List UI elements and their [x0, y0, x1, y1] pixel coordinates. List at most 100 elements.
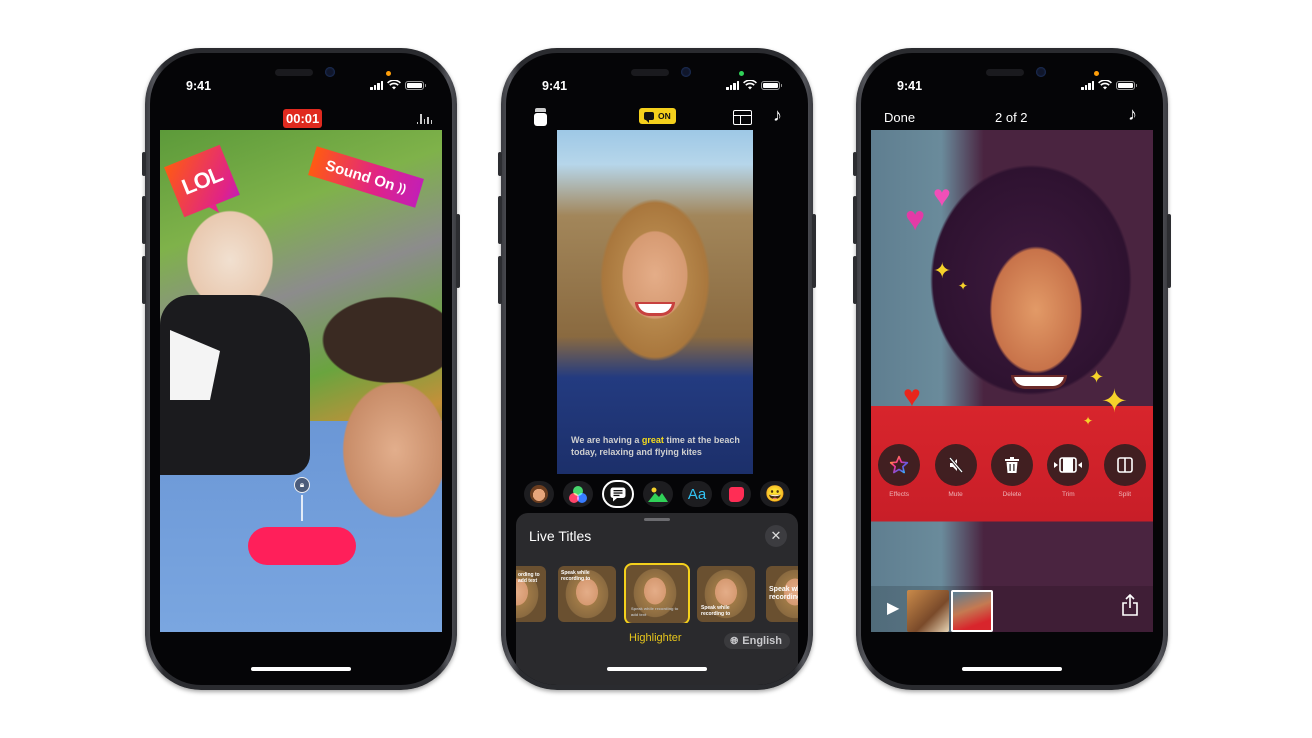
title-style-option[interactable]: ording to add text	[516, 566, 546, 622]
emoji-icon: 😀	[765, 486, 785, 503]
status-bar: 9:41	[150, 79, 452, 95]
effects-toolbar: Aa 😀	[524, 480, 790, 508]
home-indicator[interactable]	[962, 667, 1062, 671]
tool-filters[interactable]	[563, 481, 593, 507]
camera-indicator-dot	[739, 71, 744, 76]
tool-stickers[interactable]	[721, 481, 751, 507]
speaker	[631, 69, 669, 76]
tool-emoji[interactable]: 😀	[760, 481, 790, 507]
camera-viewfinder: We are having a great time at the beach …	[557, 130, 753, 474]
tool-text[interactable]: Aa	[682, 481, 712, 507]
sparkle-sticker-icon[interactable]: ✦	[1101, 385, 1128, 417]
record-button[interactable]	[248, 527, 356, 565]
sheet-title: Live Titles	[529, 528, 592, 544]
cellular-signal-icon	[370, 80, 383, 90]
front-camera	[325, 67, 335, 77]
sticker-icon	[728, 486, 744, 502]
wifi-icon	[1098, 80, 1112, 90]
clip-counter: 2 of 2	[995, 110, 1028, 125]
tool-backgrounds[interactable]	[643, 481, 673, 507]
speaker-mute-icon	[948, 457, 963, 473]
memoji-icon	[530, 485, 548, 503]
done-button[interactable]: Done	[884, 110, 915, 125]
action-button	[853, 152, 857, 176]
music-note-icon[interactable]: ♪	[1128, 104, 1137, 125]
language-button[interactable]: 🌐︎ English	[724, 633, 790, 649]
title-style-carousel[interactable]: ording to add text Speak while recording…	[516, 563, 798, 623]
top-toolbar: ON ♪	[506, 105, 808, 129]
heart-sticker-icon[interactable]: ♥	[933, 182, 951, 212]
effects-button[interactable]: Effects	[874, 444, 924, 498]
filters-icon	[569, 485, 587, 503]
selected-style-label: Highlighter	[629, 632, 682, 644]
live-titles-toggle[interactable]: ON	[639, 108, 676, 124]
screen: 9:41 00:01 LOL Sound On )) 🔒︎	[150, 53, 452, 685]
sheet-grabber[interactable]	[644, 518, 670, 521]
phone-recording: 9:41 00:01 LOL Sound On )) 🔒︎	[142, 48, 460, 690]
volume-up-button	[498, 196, 502, 244]
timeline-clip-selected[interactable]	[951, 590, 993, 632]
volume-down-button	[142, 256, 146, 304]
phone-editor: 9:41 Done 2 of 2 ♪ ♥ ♥ ✦ ✦ ♥ ✦ ✦ ✦ Effec…	[853, 48, 1171, 690]
title-style-option[interactable]: Speak while recording to	[697, 566, 755, 622]
clip-preview: ♥ ♥ ✦ ✦ ♥ ✦ ✦ ✦	[871, 130, 1153, 632]
volume-up-button	[142, 196, 146, 244]
split-icon	[1116, 457, 1133, 473]
title-style-option[interactable]: Speak while recording to	[558, 566, 616, 622]
text-aa-icon: Aa	[687, 485, 707, 503]
layout-icon[interactable]	[733, 110, 752, 125]
edit-actions: Effects Mute Delete Trim Split	[871, 444, 1153, 498]
trash-icon	[1004, 457, 1019, 473]
screen: 9:41 Done 2 of 2 ♪ ♥ ♥ ✦ ✦ ♥ ✦ ✦ ✦ Effec…	[861, 53, 1163, 685]
live-caption: We are having a great time at the beach …	[571, 435, 740, 457]
tool-live-titles[interactable]	[602, 480, 634, 508]
sparkle-sticker-icon[interactable]: ✦	[933, 260, 951, 282]
video-subject-smile	[635, 302, 675, 316]
title-style-option-selected[interactable]: Speak while recording to add text	[624, 563, 690, 623]
play-icon[interactable]: ▶	[887, 598, 899, 618]
battery-icon	[1116, 80, 1137, 90]
close-icon[interactable]: ✕	[765, 525, 787, 547]
mountains-icon	[648, 487, 668, 502]
sparkle-sticker-icon[interactable]: ✦	[958, 280, 968, 292]
lock-icon[interactable]: 🔒︎	[294, 477, 310, 493]
speaker	[275, 69, 313, 76]
volume-up-button	[853, 196, 857, 244]
split-button[interactable]: Split	[1100, 444, 1150, 498]
trim-button[interactable]: Trim	[1043, 444, 1093, 498]
home-indicator[interactable]	[251, 667, 351, 671]
trim-icon	[1054, 457, 1083, 473]
sound-waves-icon: ))	[396, 180, 409, 196]
front-camera	[681, 67, 691, 77]
camera-viewfinder: LOL Sound On )) 🔒︎	[160, 130, 442, 632]
tool-memoji[interactable]	[524, 481, 554, 507]
cards-icon[interactable]	[534, 108, 547, 126]
sparkle-sticker-icon[interactable]: ✦	[1083, 415, 1093, 427]
action-button	[498, 152, 502, 176]
globe-icon: 🌐︎	[730, 635, 739, 647]
sticker-lol[interactable]: LOL	[164, 144, 240, 218]
wifi-icon	[743, 80, 757, 90]
delete-button[interactable]: Delete	[987, 444, 1037, 498]
title-style-option[interactable]: Speak while recording to	[766, 566, 798, 622]
action-button	[142, 152, 146, 176]
mute-button[interactable]: Mute	[931, 444, 981, 498]
caption-bubble-icon	[610, 487, 626, 501]
share-icon[interactable]	[1121, 594, 1139, 616]
mic-indicator-dot	[386, 71, 391, 76]
music-note-icon[interactable]: ♪	[773, 105, 782, 126]
audio-level-icon[interactable]	[416, 113, 432, 124]
lock-slide-track	[301, 495, 303, 521]
recording-timer: 00:01	[283, 109, 323, 128]
status-bar: 9:41	[506, 79, 808, 95]
sticker-sound-on[interactable]: Sound On ))	[308, 146, 424, 208]
home-indicator[interactable]	[607, 667, 707, 671]
star-icon	[890, 455, 909, 474]
pixel-heart-sticker-icon[interactable]: ♥	[903, 382, 921, 412]
heart-sticker-icon[interactable]: ♥	[905, 202, 925, 236]
live-titles-sheet: Live Titles ✕ ording to add text Speak w…	[516, 513, 798, 685]
mic-indicator-dot	[1094, 71, 1099, 76]
timeline-clip[interactable]	[907, 590, 949, 632]
speaker	[986, 69, 1024, 76]
side-button	[812, 214, 816, 288]
